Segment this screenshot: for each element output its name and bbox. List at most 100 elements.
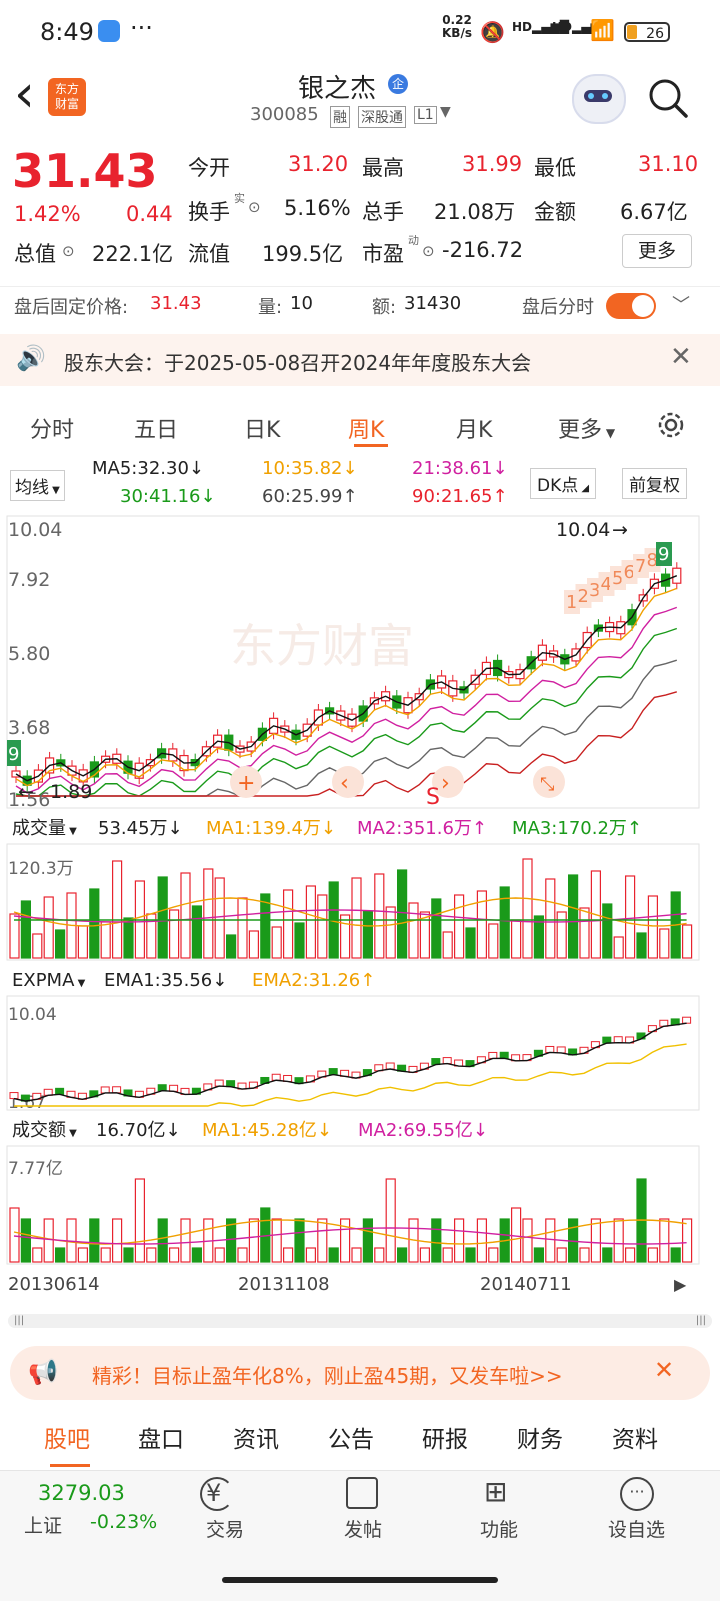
volume-bar bbox=[579, 907, 590, 959]
signal-text: 9 bbox=[658, 544, 669, 565]
tab-more[interactable]: 更多 ▼ bbox=[558, 412, 615, 444]
adjust-button[interactable]: 前复权 bbox=[622, 468, 687, 499]
date-label-2: 20131108 bbox=[238, 1274, 330, 1295]
afterhours-toggle-label: 盘后分时 bbox=[522, 297, 594, 318]
trade-cycle-icon bbox=[200, 1477, 234, 1511]
volume-bar bbox=[111, 860, 123, 959]
scroll-handle-left[interactable]: ||| bbox=[14, 1315, 24, 1326]
volume-bar bbox=[624, 875, 636, 959]
tab-research[interactable]: 研报 bbox=[422, 1420, 468, 1454]
tab-intraday[interactable]: 分时 bbox=[30, 412, 74, 444]
amount-bar bbox=[328, 1247, 339, 1263]
dk-point-button[interactable]: DK点 ◢ bbox=[530, 468, 597, 499]
tab-forum[interactable]: 股吧 bbox=[44, 1420, 90, 1454]
plus-icon: + bbox=[237, 771, 255, 796]
kline-chart-area[interactable]: 东方财富 10.04 7.92 5.80 3.68 1.56 10.04 → ←… bbox=[0, 512, 720, 1312]
chevron-down-icon[interactable]: ﹀ bbox=[672, 291, 690, 317]
volume-bar bbox=[602, 903, 613, 959]
volume-bar bbox=[442, 931, 453, 959]
notice-bar[interactable]: 🔊 股东大会：于2025-05-08召开2024年年度股东大会 ✕ bbox=[0, 334, 720, 386]
open-label: 今开 bbox=[188, 156, 230, 180]
amount-bar bbox=[214, 1247, 225, 1263]
robot-avatar-icon[interactable] bbox=[572, 74, 626, 124]
settings-gear-icon[interactable] bbox=[654, 408, 688, 442]
tab-daily-k[interactable]: 日K bbox=[244, 412, 280, 444]
scroll-right-icon[interactable]: ▶ bbox=[674, 1275, 687, 1294]
expma-candle bbox=[613, 1036, 623, 1044]
info-icon-3[interactable]: ⊙ bbox=[422, 242, 435, 260]
volume-bar bbox=[374, 873, 385, 959]
amount-value: 6.67亿 bbox=[620, 200, 688, 224]
amount-bar bbox=[100, 1247, 111, 1263]
amount-bar bbox=[9, 1207, 20, 1263]
total-value: 222.1亿 bbox=[92, 242, 174, 266]
back-button[interactable]: ‹ bbox=[14, 64, 35, 124]
amount-selector[interactable]: 成交额 ▼ bbox=[12, 1120, 77, 1141]
eastmoney-logo: 东方 财富 bbox=[48, 78, 86, 116]
amount-bar bbox=[305, 1247, 316, 1263]
expma-candle bbox=[100, 1086, 110, 1094]
promo-text: 精彩！目标止盈年化8%，刚止盈45期，又发车啦>> bbox=[92, 1364, 563, 1388]
promo-banner[interactable]: 📢 精彩！目标止盈年化8%，刚止盈45期，又发车啦>> ✕ bbox=[10, 1346, 710, 1400]
tab-monthly-k[interactable]: 月K bbox=[456, 412, 492, 444]
afterhours-amt-label: 额: bbox=[372, 297, 397, 318]
trade-button[interactable]: 交易 bbox=[206, 1515, 244, 1542]
volume-selector[interactable]: 成交量 ▼ bbox=[12, 818, 77, 839]
tab-orderbook[interactable]: 盘口 bbox=[138, 1420, 184, 1454]
amount-bar bbox=[670, 1247, 681, 1263]
volume-value: 21.08万 bbox=[434, 200, 516, 224]
turnover-sup: 实 bbox=[234, 192, 245, 205]
low-value: 31.10 bbox=[638, 152, 699, 176]
tab-news[interactable]: 资讯 bbox=[233, 1420, 279, 1454]
volume-value: 53.45万↓ bbox=[98, 818, 183, 839]
amount-bar bbox=[624, 1247, 636, 1263]
info-icon-2[interactable]: ⊙ bbox=[62, 242, 75, 260]
chart-scrollbar[interactable]: ||| ||| bbox=[8, 1314, 712, 1328]
ma-selector[interactable]: 均线 ▼ bbox=[10, 470, 65, 501]
expma-candle bbox=[499, 1051, 509, 1059]
expma-candle bbox=[385, 1062, 395, 1070]
add-watchlist-button[interactable]: 设自选 bbox=[608, 1515, 665, 1542]
volume-bars bbox=[9, 858, 693, 959]
afterhours-toggle[interactable] bbox=[606, 293, 656, 319]
search-icon[interactable] bbox=[646, 76, 690, 120]
index-name[interactable]: 上证 bbox=[24, 1511, 62, 1538]
amount-bar bbox=[590, 1218, 602, 1263]
tab-weekly-k[interactable]: 周K bbox=[348, 412, 384, 444]
app-notification-icon bbox=[98, 20, 120, 42]
volume-bar bbox=[305, 885, 316, 959]
dropdown-icon[interactable]: ▼ bbox=[440, 104, 451, 120]
amount-bar bbox=[111, 1218, 123, 1263]
info-icon[interactable]: ⊙ bbox=[248, 198, 261, 216]
expma-selector[interactable]: EXPMA ▼ bbox=[12, 970, 86, 991]
amount-bar bbox=[123, 1247, 134, 1263]
expma-candle bbox=[169, 1084, 179, 1092]
tab-five-day[interactable]: 五日 bbox=[134, 412, 178, 444]
enterprise-badge: 企 bbox=[388, 74, 408, 94]
more-button[interactable]: 更多 bbox=[622, 234, 692, 268]
amount-bar bbox=[191, 1247, 202, 1263]
volume-bar bbox=[408, 902, 419, 959]
megaphone-icon: 📢 bbox=[28, 1358, 58, 1386]
index-value[interactable]: 3279.03 bbox=[38, 1481, 125, 1505]
afterhours-qty-label: 量: bbox=[258, 297, 283, 318]
edit-post-icon bbox=[346, 1477, 378, 1509]
turnover-label: 换手 bbox=[188, 200, 230, 224]
tab-announcement[interactable]: 公告 bbox=[328, 1420, 374, 1454]
promo-close-icon[interactable]: ✕ bbox=[654, 1356, 674, 1384]
amount-bar bbox=[545, 1218, 556, 1263]
expma-candle bbox=[112, 1086, 122, 1094]
scroll-handle-right[interactable]: ||| bbox=[696, 1315, 706, 1326]
amount-ma2: MA2:69.55亿↓ bbox=[358, 1120, 488, 1141]
close-icon[interactable]: ✕ bbox=[670, 342, 692, 372]
stock-code: 300085 bbox=[250, 104, 319, 125]
amount-bar bbox=[134, 1178, 145, 1263]
tab-profile[interactable]: 资料 bbox=[612, 1420, 658, 1454]
tab-finance[interactable]: 财务 bbox=[517, 1420, 563, 1454]
function-button[interactable]: 功能 bbox=[480, 1515, 518, 1542]
amount-bar bbox=[180, 1218, 191, 1263]
amount-ma1: MA1:45.28亿↓ bbox=[202, 1120, 332, 1141]
post-button[interactable]: 发帖 bbox=[344, 1515, 382, 1542]
expma-candle bbox=[55, 1087, 65, 1095]
more-dots-icon: ··· bbox=[620, 1477, 654, 1511]
